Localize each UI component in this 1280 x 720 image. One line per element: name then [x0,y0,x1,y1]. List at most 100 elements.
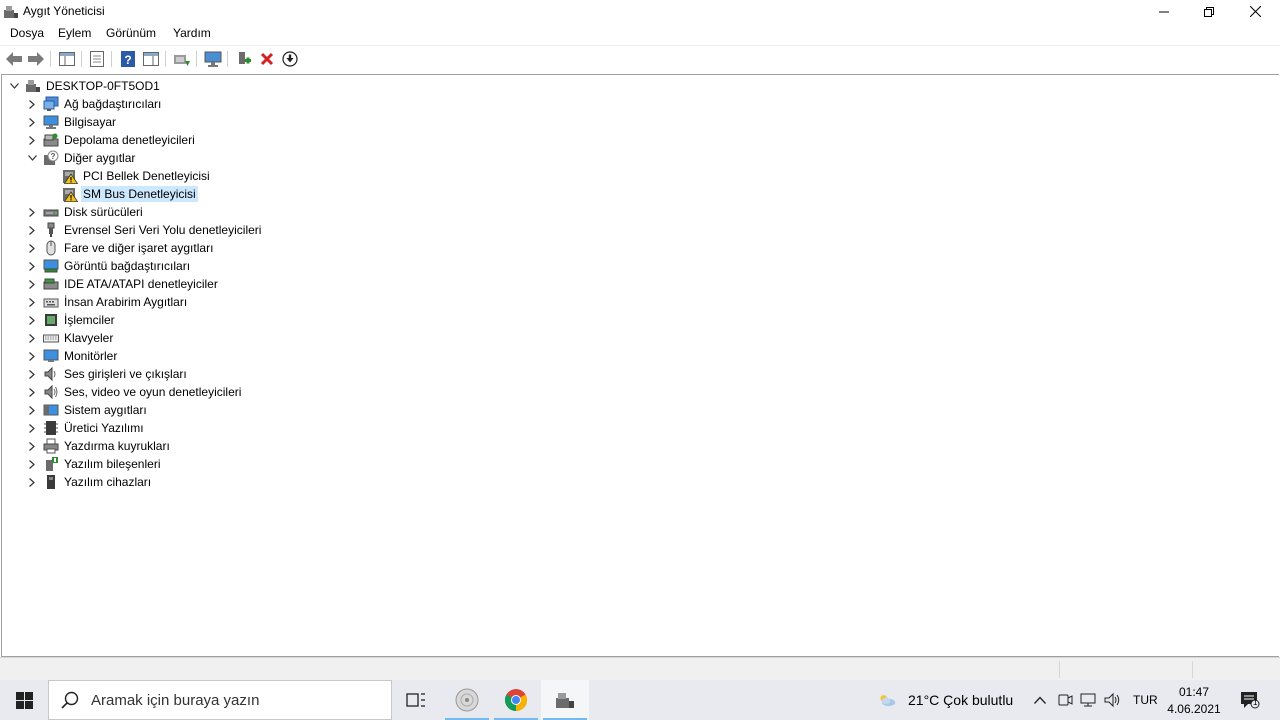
action-pane-button[interactable] [141,49,161,69]
expand-chevron-icon[interactable] [25,241,39,255]
expand-chevron-icon[interactable] [25,259,39,273]
taskbar-app-disc[interactable] [443,680,491,720]
scan-hardware-changes-button[interactable] [203,49,223,69]
collapse-chevron-icon[interactable] [7,79,21,93]
tree-item-label: Diğer aygıtlar [64,151,136,165]
taskbar-app-chrome[interactable] [492,680,540,720]
close-button[interactable] [1232,0,1278,23]
chevron-up-icon[interactable] [1031,691,1049,709]
minimize-button[interactable] [1141,0,1187,23]
tree-item-label: Ses, video ve oyun denetleyicileri [64,385,242,399]
taskbar-clock[interactable]: 01:47 4.06.2021 [1166,684,1222,718]
help-button[interactable]: ? [118,49,138,69]
tree-item[interactable]: Klavyeler [25,329,115,347]
tree-item[interactable]: Ses, video ve oyun denetleyicileri [25,383,243,401]
menu-file[interactable]: Dosya [10,26,44,40]
tree-item[interactable]: SM Bus Denetleyicisi [44,185,198,203]
expand-chevron-icon[interactable] [25,205,39,219]
close-icon [1249,6,1261,17]
tree-item[interactable]: Fare ve diğer işaret aygıtları [25,239,215,257]
tree-item[interactable]: Disk sürücüleri [25,203,145,221]
device-tree[interactable]: DESKTOP-0FT5OD1 Ağ bağdaştırıcıları Bilgi… [1,74,1279,657]
expand-chevron-icon[interactable] [25,457,39,471]
tree-item[interactable]: IDE ATA/ATAPI denetleyiciler [25,275,220,293]
tree-root[interactable]: DESKTOP-0FT5OD1 [7,77,162,95]
expand-chevron-icon[interactable] [25,475,39,489]
speaker-icon [43,366,59,382]
sound-controller-icon [43,384,59,400]
tree-item[interactable]: Bilgisayar [25,113,118,131]
tree-item[interactable]: İnsan Arabirim Aygıtları [25,293,189,311]
disable-device-button[interactable] [280,49,300,69]
input-language[interactable]: TUR [1133,693,1158,707]
menu-view[interactable]: Görünüm [106,26,156,40]
task-view-button[interactable] [392,680,440,720]
expand-chevron-icon[interactable] [25,97,39,111]
tree-item[interactable]: Ağ bağdaştırıcıları [25,95,163,113]
tree-item[interactable]: Depolama denetleyicileri [25,131,197,149]
ide-controller-icon [43,276,59,292]
computer-icon [43,114,59,130]
tree-item[interactable]: Yazılım bileşenleri [25,455,162,473]
tree-item-label: Monitörler [64,349,118,363]
collapse-chevron-icon[interactable] [25,151,39,165]
tree-item[interactable]: Sistem aygıtları [25,401,149,419]
tree-item[interactable]: Ses girişleri ve çıkışları [25,365,189,383]
expand-chevron-icon[interactable] [25,277,39,291]
expand-chevron-icon[interactable] [25,349,39,363]
meet-now-icon[interactable] [1056,691,1074,709]
tree-item[interactable]: Üretici Yazılımı [25,419,146,437]
tree-item[interactable]: ? Diğer aygıtlar [25,149,137,167]
menu-help[interactable]: Yardım [173,26,211,40]
notification-center-button[interactable]: 1 [1239,691,1261,709]
display-adapter-icon [43,258,59,274]
tree-item-label: SM Bus Denetleyicisi [81,186,198,202]
tree-item[interactable]: PCI Bellek Denetleyicisi [44,167,212,185]
tree-item[interactable]: İşlemciler [25,311,117,329]
monitor-icon [43,348,59,364]
tree-item[interactable]: Yazılım cihazları [25,473,153,491]
add-legacy-hardware-button[interactable] [234,49,254,69]
expand-chevron-icon[interactable] [25,223,39,237]
tree-item-label: Ses girişleri ve çıkışları [64,367,187,381]
expand-chevron-icon[interactable] [25,331,39,345]
taskbar-search-box[interactable]: Aramak için buraya yazın [48,680,392,720]
expand-chevron-icon[interactable] [25,313,39,327]
back-button[interactable] [4,49,24,69]
menu-action[interactable]: Eylem [58,26,91,40]
network-icon[interactable] [1080,691,1098,709]
tree-item[interactable]: Yazdırma kuyrukları [25,437,172,455]
processor-icon [43,312,59,328]
taskbar: Aramak için buraya yazın 21°C Çok bulutl… [0,680,1280,720]
volume-icon[interactable] [1104,691,1122,709]
toolbar: ? [0,45,1280,71]
tree-item-label: Yazılım bileşenleri [64,457,161,471]
expand-chevron-icon[interactable] [25,133,39,147]
tree-item[interactable]: Evrensel Seri Veri Yolu denetleyicileri [25,221,263,239]
search-icon [61,691,79,709]
expand-chevron-icon[interactable] [25,421,39,435]
toolbar-separator [111,51,112,67]
forward-button[interactable] [26,49,46,69]
weather-text[interactable]: 21°C Çok bulutlu [908,692,1013,708]
start-button[interactable] [0,680,48,720]
expand-chevron-icon[interactable] [25,403,39,417]
show-hide-console-tree-button[interactable] [57,49,77,69]
expand-chevron-icon[interactable] [25,385,39,399]
expand-chevron-icon[interactable] [25,115,39,129]
properties-button[interactable] [87,49,107,69]
task-view-icon [406,693,425,707]
taskbar-app-device-manager[interactable] [541,680,589,720]
weather-cloud-icon[interactable] [878,691,896,709]
tree-item[interactable]: Monitörler [25,347,119,365]
update-driver-icon [174,55,190,66]
expand-chevron-icon[interactable] [25,295,39,309]
windows-logo-icon [15,691,33,709]
tree-item[interactable]: Görüntü bağdaştırıcıları [25,257,192,275]
expand-chevron-icon[interactable] [25,439,39,453]
update-driver-button[interactable] [172,49,192,69]
expand-chevron-icon[interactable] [25,367,39,381]
tree-item-label: Görüntü bağdaştırıcıları [64,259,191,273]
uninstall-device-button[interactable] [257,49,277,69]
restore-button[interactable] [1186,0,1232,23]
